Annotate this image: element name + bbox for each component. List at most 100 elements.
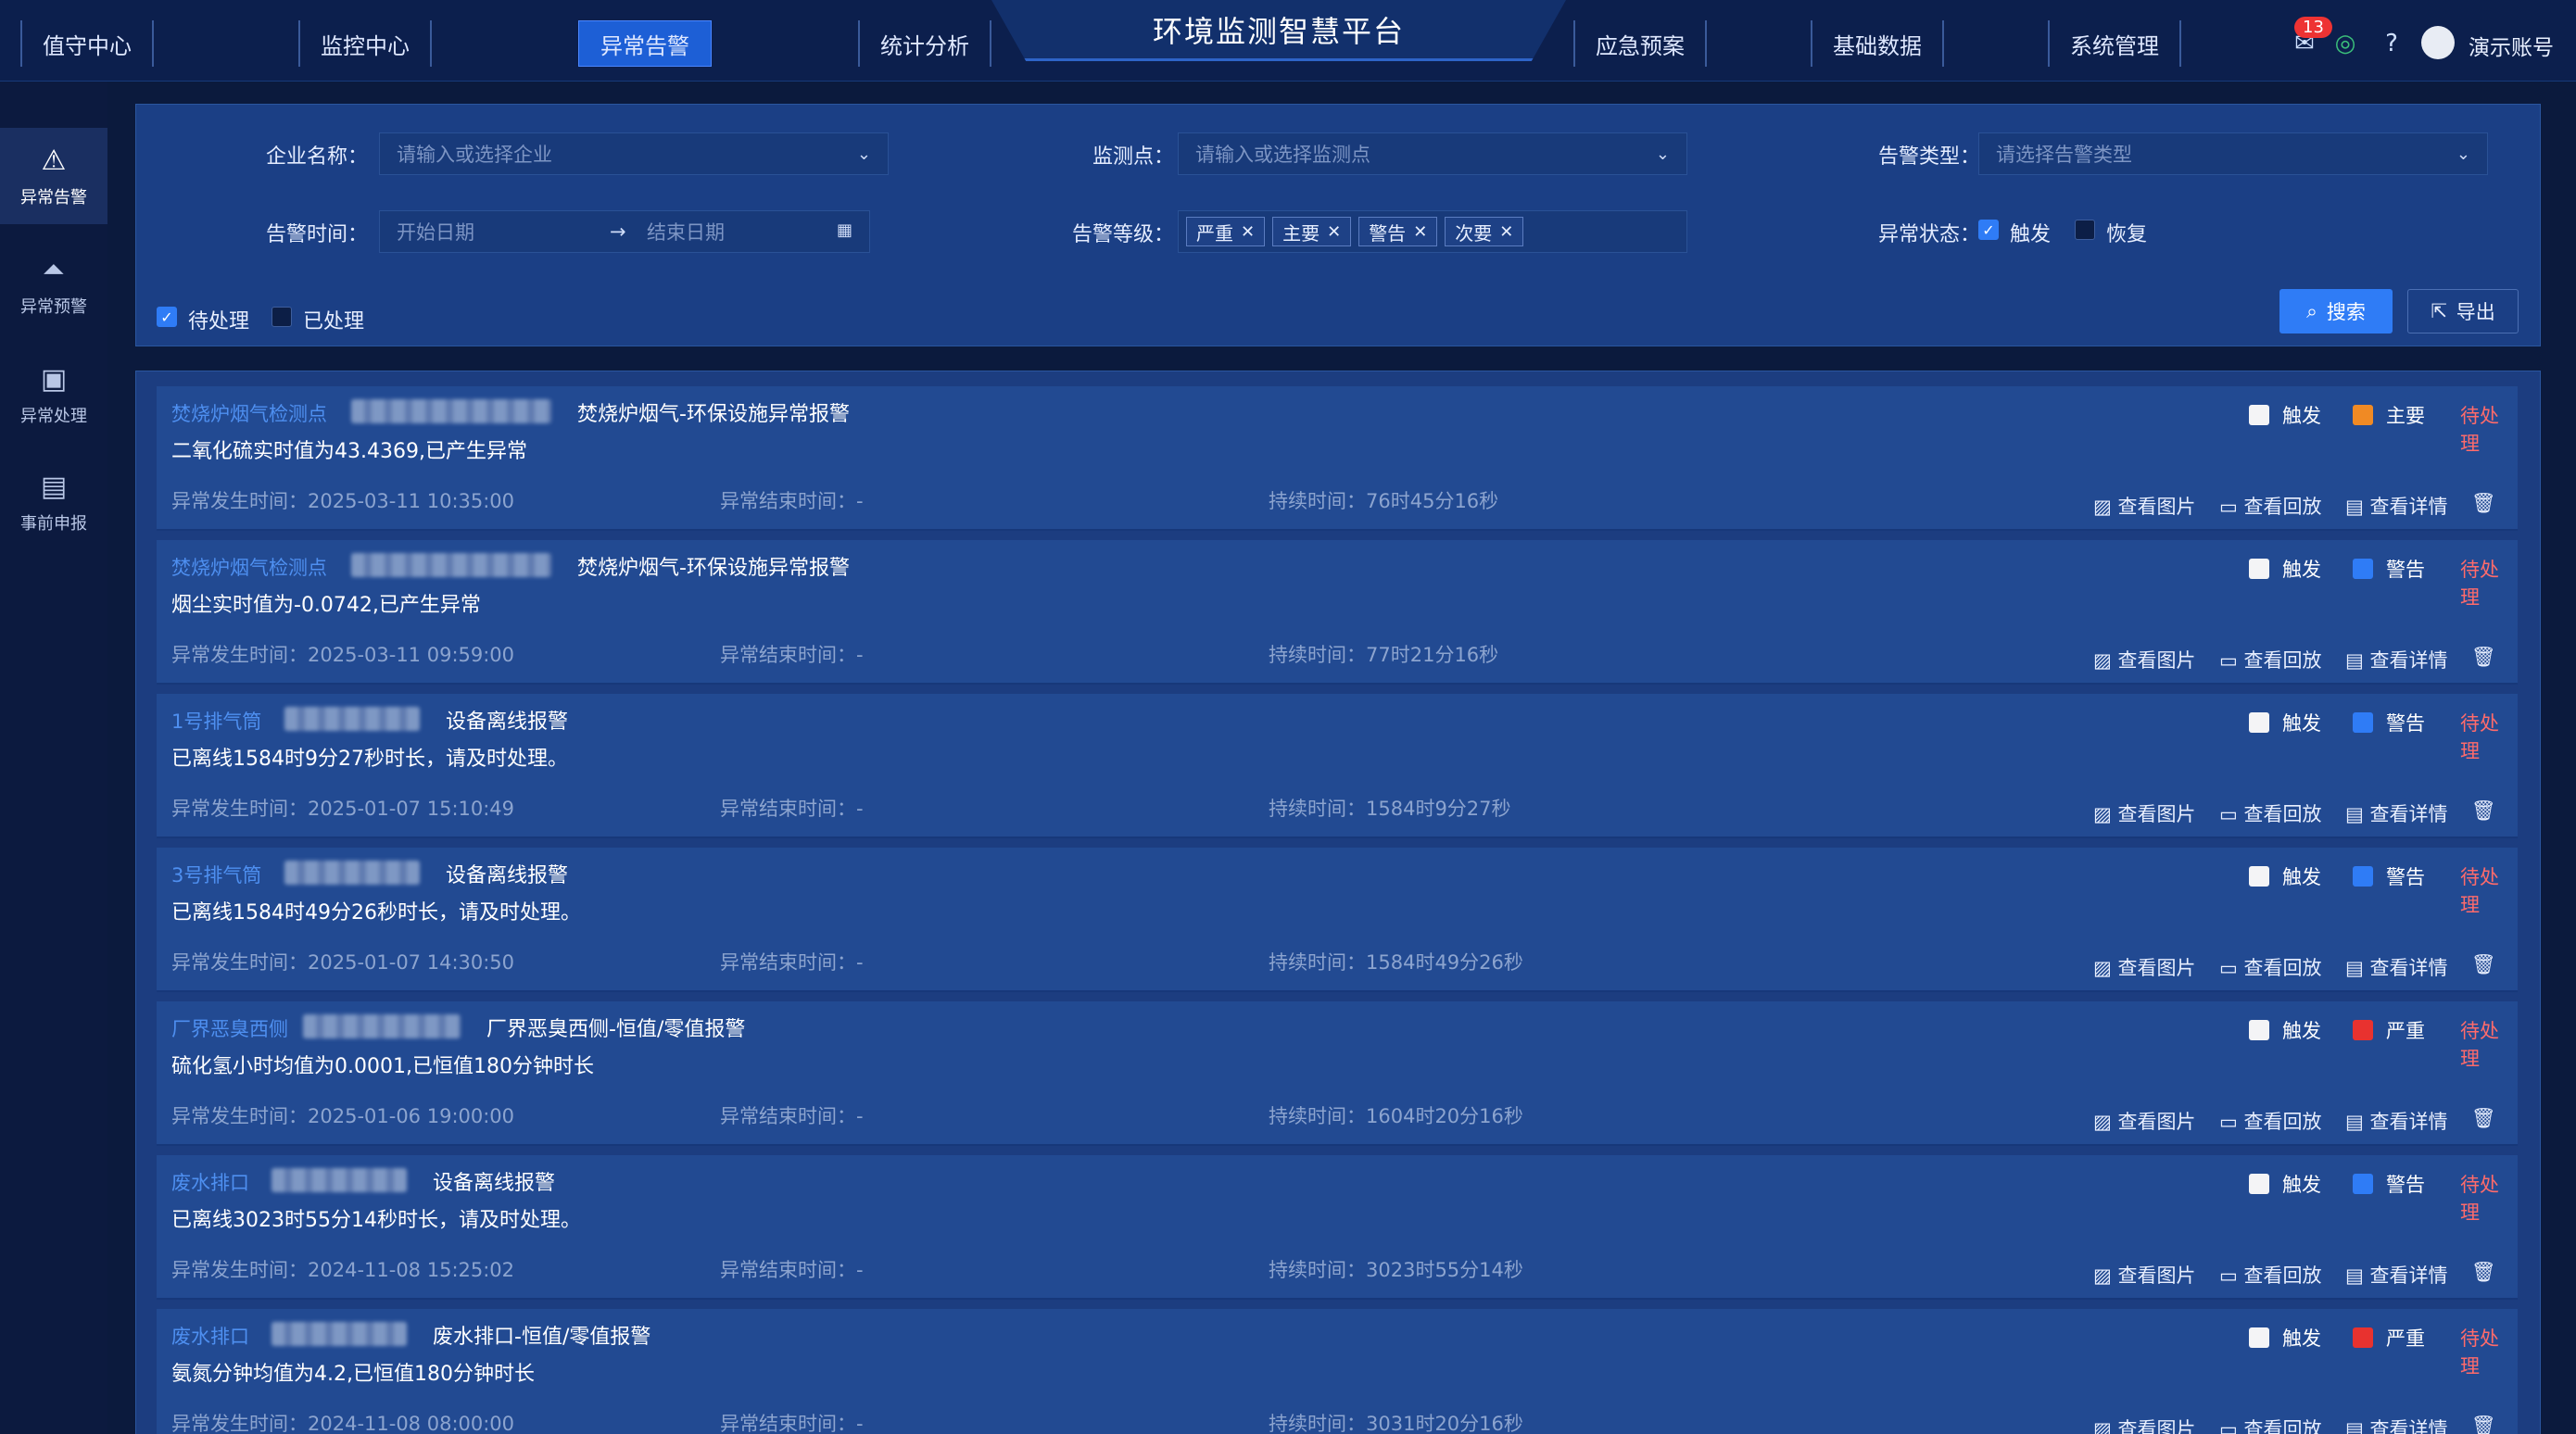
view-image-button[interactable]: ▨ 查看图片 [2093,1261,2196,1289]
delete-icon[interactable]: 🗑 [2471,1107,2496,1130]
trigger-checkbox[interactable]: ✓ [1978,220,1999,240]
close-icon[interactable]: ✕ [1499,222,1513,242]
nav-system-admin[interactable]: 系统管理 [2048,20,2181,67]
export-button[interactable]: ⇱ 导出 [2407,289,2519,333]
view-detail-button[interactable]: ▤ 查看详情 [2345,1261,2448,1289]
alarm-row[interactable]: 焚烧炉烟气检测点 焚烧炉烟气-环保设施异常报警 烟尘实时值为-0.0742,已产生异… [157,540,2518,685]
view-image-button[interactable]: ▨ 查看图片 [2093,953,2196,981]
alarm-row[interactable]: 焚烧炉烟气检测点 焚烧炉烟气-环保设施异常报警 二氧化硫实时值为43.4369,已产… [157,386,2518,531]
type-select[interactable]: 请选择告警类型 ⌄ [1978,132,2488,175]
trigger-indicator [2249,405,2269,425]
monitor-point-link[interactable]: 焚烧炉烟气检测点 [171,399,327,427]
monitor-point-link[interactable]: 焚烧炉烟气检测点 [171,553,327,581]
end-time: 异常结束时间：- [720,644,864,666]
alarm-row[interactable]: 废水排口 设备离线报警 已离线3023时55分14秒时长，请及时处理。 异常发生时间：… [157,1155,2518,1300]
type-label: 告警类型： [1877,145,1980,169]
view-playback-button[interactable]: ▭ 查看回放 [2219,953,2322,981]
level-tag-major[interactable]: 主要 ✕ [1272,217,1352,246]
sidebar-item-alarm[interactable]: ⚠ 异常告警 [0,128,107,224]
view-detail-button[interactable]: ▤ 查看详情 [2345,799,2448,827]
delete-icon[interactable]: 🗑 [2471,492,2496,515]
view-detail-button[interactable]: ▤ 查看详情 [2345,646,2448,673]
date-range-picker[interactable]: 开始日期 → 结束日期 ▦ [379,210,870,253]
level-indicator [2353,559,2373,579]
calendar-icon[interactable]: ▦ [837,220,852,240]
pending-checkbox[interactable]: ✓ [157,307,177,327]
recover-label: 恢复 [2106,223,2148,246]
sidebar-item-label: 异常告警 [20,187,87,208]
alarm-row[interactable]: 1号排气筒 设备离线报警 已离线1584时9分27秒时长，请及时处理。 异常发生时间：… [157,694,2518,838]
trigger-indicator [2249,866,2269,887]
alarm-row[interactable]: 废水排口 废水排口-恒值/零值报警 氨氮分钟均值为4.2,已恒值180分钟时长 异常发… [157,1309,2518,1434]
view-detail-button[interactable]: ▤ 查看详情 [2345,492,2448,520]
nav-emergency-plan[interactable]: 应急预案 [1573,20,1707,67]
view-image-button[interactable]: ▨ 查看图片 [2093,1107,2196,1135]
status-label: 待处理 [2460,1174,2499,1224]
view-playback-button[interactable]: ▭ 查看回放 [2219,646,2322,673]
help-icon[interactable]: ? [2376,28,2407,59]
view-image-button[interactable]: ▨ 查看图片 [2093,799,2196,827]
close-icon[interactable]: ✕ [1241,222,1255,242]
nav-duty-center[interactable]: 值守中心 [20,20,154,67]
alarm-description: 硫化氢小时均值为0.0001,已恒值180分钟时长 [171,1055,594,1078]
chevron-down-icon: ⌄ [856,145,871,164]
view-playback-button[interactable]: ▭ 查看回放 [2219,799,2322,827]
close-icon[interactable]: ✕ [1413,222,1427,242]
start-time: 异常发生时间：2024-11-08 15:25:02 [171,1259,515,1281]
status-label: 待处理 [2460,1327,2499,1377]
view-playback-button[interactable]: ▭ 查看回放 [2219,1107,2322,1135]
monitor-point-link[interactable]: 废水排口 [171,1168,249,1196]
level-tag-warning[interactable]: 警告 ✕ [1358,217,1438,246]
monitor-point-link[interactable]: 废水排口 [171,1322,249,1350]
view-detail-button[interactable]: ▤ 查看详情 [2345,1415,2448,1434]
view-playback-button[interactable]: ▭ 查看回放 [2219,1415,2322,1434]
export-icon: ⇱ [2431,300,2447,322]
nav-statistics[interactable]: 统计分析 [858,20,991,67]
close-icon[interactable]: ✕ [1327,222,1341,242]
view-playback-button[interactable]: ▭ 查看回放 [2219,1261,2322,1289]
type-placeholder: 请选择告警类型 [1996,144,2132,166]
sidebar-item-report[interactable]: ▤ 事前申报 [0,454,107,550]
start-date-input[interactable]: 开始日期 [397,218,610,245]
trigger-label: 触发 [2282,559,2321,581]
delete-icon[interactable]: 🗑 [2471,953,2496,976]
processed-checkbox[interactable] [271,307,292,327]
delete-icon[interactable]: 🗑 [2471,1261,2496,1284]
view-playback-button[interactable]: ▭ 查看回放 [2219,492,2322,520]
username[interactable]: 演示账号 [2469,30,2554,61]
trigger-indicator [2249,559,2269,579]
alarm-row[interactable]: 3号排气筒 设备离线报警 已离线1584时49分26秒时长，请及时处理。 异常发生时间… [157,848,2518,992]
avatar[interactable] [2421,26,2455,59]
nav-alarm[interactable]: 异常告警 [578,20,712,67]
view-detail-button[interactable]: ▤ 查看详情 [2345,953,2448,981]
view-image-button[interactable]: ▨ 查看图片 [2093,646,2196,673]
level-tag-severe[interactable]: 严重 ✕ [1186,217,1266,246]
nav-basic-data[interactable]: 基础数据 [1811,20,1944,67]
sidebar-item-label: 异常处理 [20,406,87,426]
refresh-icon[interactable]: ◎ [2331,28,2359,59]
end-date-input[interactable]: 结束日期 [647,218,725,245]
recover-checkbox[interactable] [2075,220,2095,240]
alarm-row[interactable]: 厂界恶臭西侧 厂界恶臭西侧-恒值/零值报警 硫化氢小时均值为0.0001,已恒值18… [157,1001,2518,1146]
delete-icon[interactable]: 🗑 [2471,1415,2496,1434]
level-tag-minor[interactable]: 次要 ✕ [1445,217,1524,246]
trigger-label: 触发 [2010,223,2052,246]
monitor-point-link[interactable]: 1号排气筒 [171,707,261,735]
delete-icon[interactable]: 🗑 [2471,646,2496,669]
search-button[interactable]: ⌕ 搜索 [2279,289,2393,333]
monitor-point-link[interactable]: 3号排气筒 [171,861,261,888]
chevron-down-icon: ⌄ [2456,145,2470,164]
view-detail-button[interactable]: ▤ 查看详情 [2345,1107,2448,1135]
view-image-button[interactable]: ▨ 查看图片 [2093,492,2196,520]
level-multiselect[interactable]: 严重 ✕ 主要 ✕ 警告 ✕ 次要 ✕ [1178,210,1687,253]
nav-monitor-center[interactable]: 监控中心 [298,20,432,67]
alarm-description: 烟尘实时值为-0.0742,已产生异常 [171,594,481,617]
tag-label: 次要 [1455,221,1493,245]
company-select[interactable]: 请输入或选择企业 ⌄ [379,132,889,175]
sidebar-item-warning[interactable]: ⏶ 异常预警 [0,237,107,333]
delete-icon[interactable]: 🗑 [2471,799,2496,823]
monitor-point-link[interactable]: 厂界恶臭西侧 [171,1014,288,1042]
sidebar-item-handling[interactable]: ▣ 异常处理 [0,346,107,443]
view-image-button[interactable]: ▨ 查看图片 [2093,1415,2196,1434]
point-select[interactable]: 请输入或选择监测点 ⌄ [1178,132,1687,175]
